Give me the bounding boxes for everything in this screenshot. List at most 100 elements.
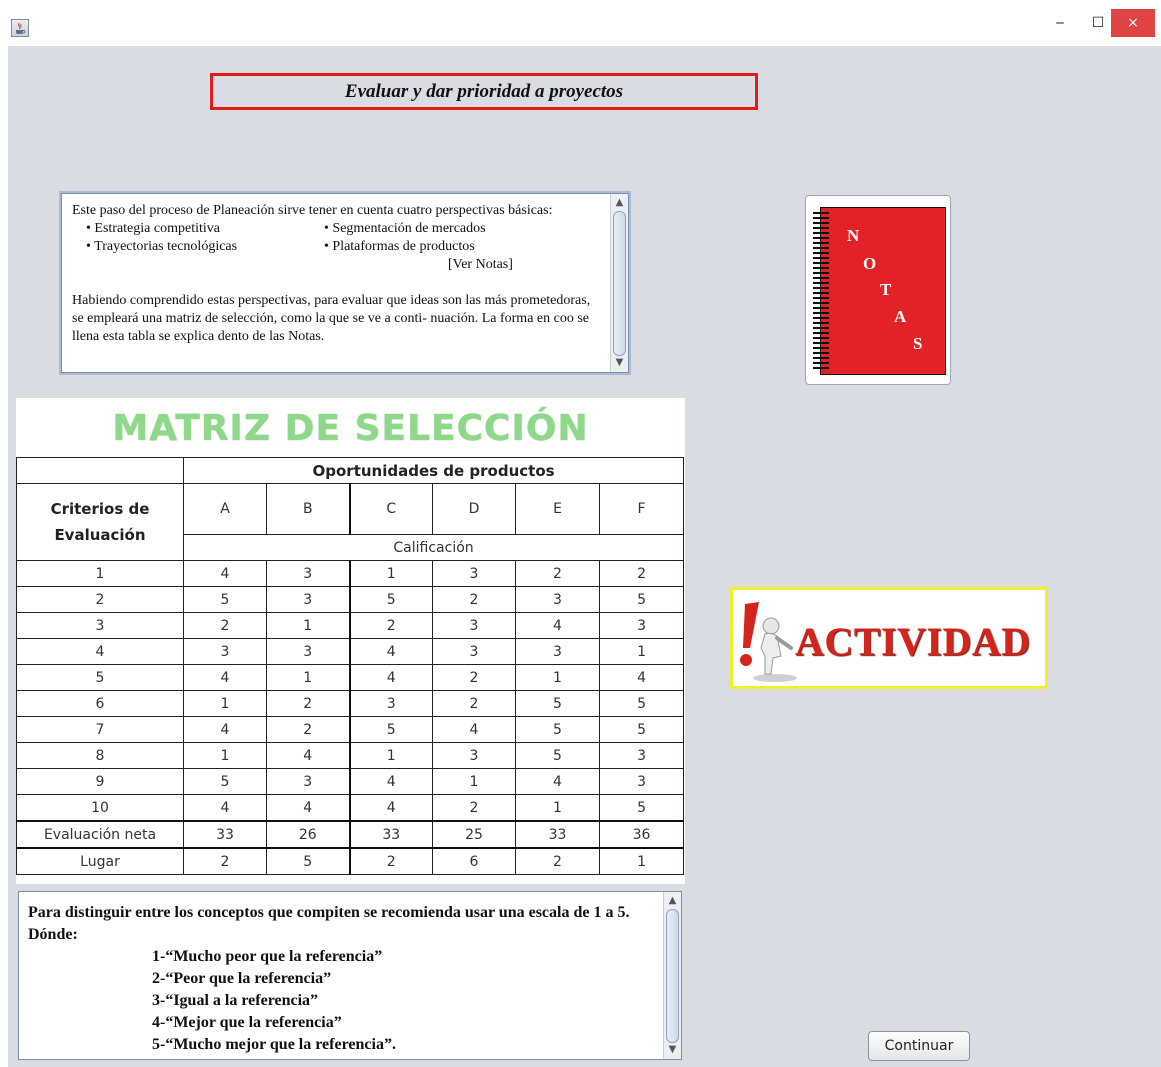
scroll-down-icon[interactable]: ▼ (664, 1042, 681, 1058)
rating-cell: 4 (598, 664, 685, 691)
rating-cell: 4 (183, 794, 267, 822)
rating-cell: 5 (515, 716, 600, 743)
rating-cell: 3 (266, 560, 350, 587)
rating-cell: 1 (515, 664, 600, 691)
scroll-thumb[interactable] (666, 909, 679, 1043)
scroll-down-icon[interactable]: ▼ (611, 355, 628, 371)
rating-cell: 5 (183, 768, 267, 795)
rating-cell: 2 (432, 664, 516, 691)
rating-cell: 5 (598, 690, 685, 717)
minimize-button[interactable]: ‒ (1040, 9, 1080, 37)
column-header: A (183, 483, 267, 535)
rating-cell: 1 (183, 742, 267, 769)
criteria-header: Criterios de Evaluación (16, 483, 184, 561)
actividad-label: ACTIVIDAD (795, 619, 1031, 664)
rating-cell: 5 (348, 586, 433, 613)
rating-cell: 3 (348, 690, 433, 717)
rating-cell: 3 (515, 586, 600, 613)
rating-cell: 4 (348, 794, 433, 822)
scale-item: 2-“Peor que la referencia” (152, 970, 332, 987)
rating-cell: 4 (348, 768, 433, 795)
scale-item: 5-“Mucho mejor que la referencia”. (152, 1036, 396, 1053)
rating-cell: 2 (183, 612, 267, 639)
rating-cell: 1 (515, 794, 600, 822)
intro-text-pane[interactable]: Este paso del proceso de Planeación sirv… (61, 193, 629, 373)
rating-cell: 5 (515, 742, 600, 769)
rating-cell: 1 (266, 612, 350, 639)
rank-cell: 2 (183, 847, 267, 875)
rating-cell: 2 (348, 612, 433, 639)
scroll-thumb[interactable] (613, 211, 626, 356)
criterion-label: 10 (16, 794, 184, 822)
close-button[interactable]: × (1111, 9, 1155, 37)
scale-item: 1-“Mucho peor que la referencia” (152, 948, 383, 965)
ver-notas-link[interactable]: [Ver Notas] (72, 256, 602, 274)
rating-cell: 4 (348, 638, 433, 665)
scale-text-pane[interactable]: Para distinguir entre los conceptos que … (18, 891, 682, 1060)
rank-label: Lugar (16, 847, 184, 875)
scroll-up-icon[interactable]: ▲ (611, 195, 628, 211)
rating-cell: 4 (183, 664, 267, 691)
page-title: Evaluar y dar prioridad a proyectos (210, 73, 758, 110)
rating-cell: 4 (266, 742, 350, 769)
intro-line: Este paso del proceso de Planeación sirv… (72, 203, 553, 218)
rating-cell: 3 (432, 638, 516, 665)
column-header: C (348, 483, 433, 535)
rating-cell: 5 (598, 794, 685, 822)
rating-cell: 3 (598, 768, 685, 795)
net-evaluation-cell: 26 (266, 820, 350, 849)
rating-header: Calificación (182, 534, 685, 561)
column-header: D (432, 483, 516, 535)
bullet-item: • Segmentación de mercados (324, 221, 486, 236)
window-titlebar: ‒ ☐ × (0, 0, 1161, 46)
net-evaluation-cell: 33 (515, 820, 600, 849)
rank-cell: 2 (348, 847, 433, 875)
table-corner (16, 457, 184, 484)
java-cup-icon[interactable] (11, 19, 29, 37)
column-header: B (266, 483, 350, 535)
rating-cell: 4 (348, 664, 433, 691)
intro-paragraph: Habiendo comprendido estas perspectivas,… (72, 293, 591, 344)
intro-text: Este paso del proceso de Planeación sirv… (72, 202, 602, 346)
vertical-scrollbar[interactable]: ▲ ▼ (663, 892, 681, 1059)
bullet-item: • Plataformas de productos (324, 239, 475, 254)
rating-cell: 3 (432, 560, 516, 587)
notas-letter: S (913, 334, 923, 353)
continue-button[interactable]: Continuar (868, 1031, 970, 1061)
rating-cell: 5 (515, 690, 600, 717)
rating-cell: 1 (348, 560, 433, 587)
rank-cell: 6 (432, 847, 516, 875)
scale-intro: Para distinguir entre los conceptos que … (28, 904, 630, 943)
net-evaluation-cell: 25 (432, 820, 516, 849)
rating-cell: 3 (432, 742, 516, 769)
actividad-button[interactable]: ACTIVIDAD (730, 587, 1048, 689)
rating-cell: 1 (183, 690, 267, 717)
rating-cell: 1 (432, 768, 516, 795)
rating-cell: 4 (515, 768, 600, 795)
rating-cell: 3 (432, 612, 516, 639)
scroll-up-icon[interactable]: ▲ (664, 893, 681, 909)
criterion-label: 7 (16, 716, 184, 743)
rating-cell: 1 (598, 638, 685, 665)
vertical-scrollbar[interactable]: ▲ ▼ (610, 194, 628, 372)
rating-cell: 4 (183, 716, 267, 743)
selection-matrix: MATRIZ DE SELECCIÓN Oportunidades de pro… (16, 398, 685, 884)
rating-cell: 2 (266, 690, 350, 717)
rating-cell: 3 (515, 638, 600, 665)
rating-cell: 5 (348, 716, 433, 743)
rank-cell: 2 (515, 847, 600, 875)
notas-letter: N (847, 226, 860, 245)
column-header: E (515, 483, 600, 535)
rating-cell: 4 (515, 612, 600, 639)
criterion-label: 6 (16, 690, 184, 717)
rating-cell: 1 (266, 664, 350, 691)
notas-letter: T (880, 280, 892, 299)
rating-cell: 4 (432, 716, 516, 743)
spiral-binding (813, 212, 829, 370)
rating-cell: 2 (432, 794, 516, 822)
criterion-label: 2 (16, 586, 184, 613)
bullet-item: • Estrategia competitiva (86, 221, 220, 236)
notas-button[interactable]: N O T A S (805, 195, 951, 385)
net-evaluation-label: Evaluación neta (16, 820, 184, 849)
rank-cell: 1 (598, 847, 685, 875)
